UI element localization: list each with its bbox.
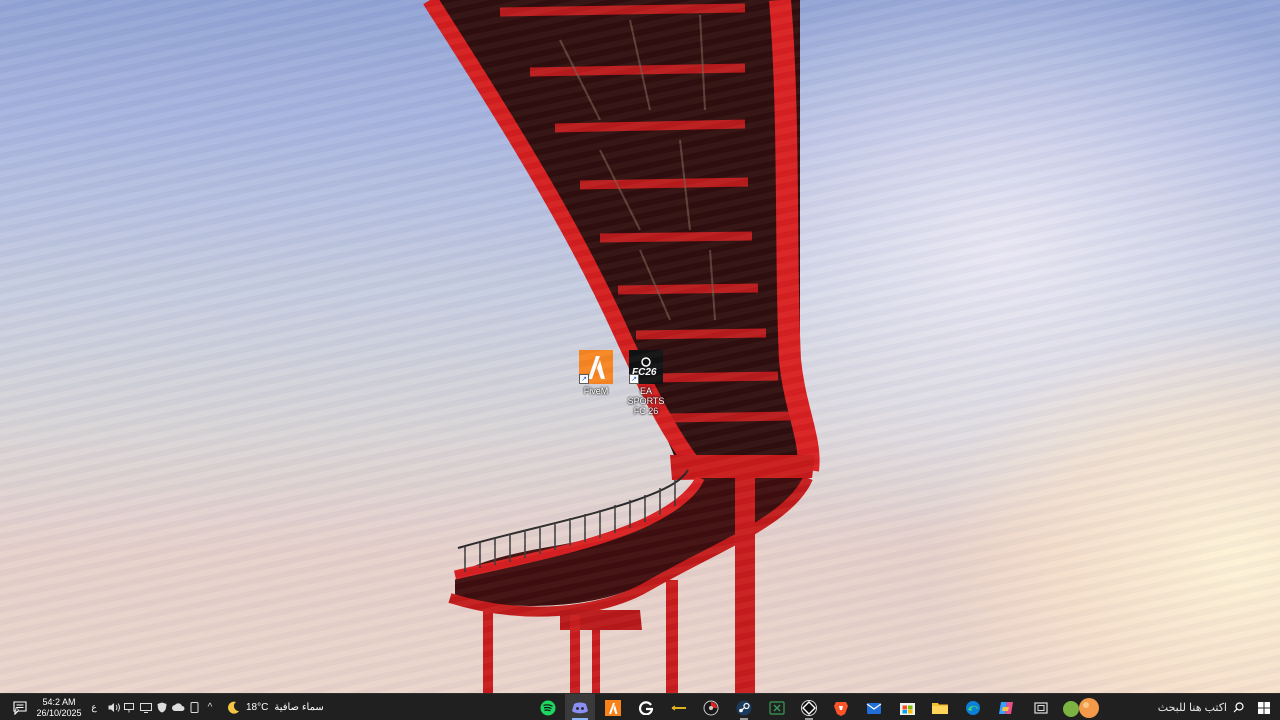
taskbar: اكتب هنا للبحث 18°C سماء صافية ^ ع 54:2 … (0, 693, 1280, 720)
clock-date: 26/10/2025 (36, 707, 82, 718)
taskbar-discord[interactable] (565, 694, 595, 720)
tray-onedrive[interactable] (170, 694, 186, 720)
desktop-icon-fivem[interactable]: ↗ FiveM (566, 350, 626, 396)
taskbar-clock[interactable]: 54:2 AM 26/10/2025 (34, 694, 84, 720)
shield-icon (157, 702, 167, 713)
tray-language[interactable]: ع (86, 694, 102, 720)
taskbar-dash-app[interactable] (664, 694, 694, 720)
fivem-icon: ↗ (579, 350, 613, 384)
wallpaper-red-bridge (423, 0, 820, 693)
taskbar-mail[interactable] (859, 694, 889, 720)
shortcut-arrow-icon: ↗ (629, 374, 639, 384)
fc26-logo-text: FC26 (632, 367, 657, 378)
weather-condition: سماء صافية (274, 702, 324, 713)
search-placeholder: اكتب هنا للبحث (1157, 702, 1227, 714)
tray-security[interactable] (154, 694, 170, 720)
taskbar-store[interactable] (892, 694, 922, 720)
game-circle-icon (703, 700, 719, 715)
taskbar-brave[interactable] (826, 694, 856, 720)
store-icon (899, 703, 915, 715)
clock-time: 54:2 AM (42, 696, 76, 707)
volume-icon (108, 703, 120, 712)
weather-widget[interactable]: 18°C سماء صافية (226, 694, 336, 720)
taskbar-task-view[interactable] (1026, 694, 1056, 720)
tray-device-icon[interactable] (186, 694, 202, 720)
taskbar-fivem[interactable] (598, 694, 628, 720)
search-box[interactable]: اكتب هنا للبحث (1108, 694, 1248, 720)
taskbar-copilot[interactable] (991, 694, 1021, 720)
edge-icon (966, 700, 980, 715)
task-view-icon (1034, 701, 1048, 714)
desktop-icon-label: FiveM (583, 386, 609, 396)
taskbar-edge[interactable] (958, 694, 988, 720)
start-button[interactable] (1252, 694, 1276, 720)
dash-icon (671, 705, 686, 710)
taskbar-spotify[interactable] (533, 694, 563, 720)
onedrive-icon (171, 703, 184, 711)
shortcut-arrow-icon: ↗ (579, 374, 589, 384)
chevron-up-icon: ^ (207, 702, 213, 713)
notification-center-button[interactable]: 6 (8, 694, 32, 720)
notification-count-badge: 6 (15, 707, 19, 714)
xbox-icon (769, 700, 785, 715)
phone-link-icon (190, 702, 198, 713)
taskbar-file-explorer[interactable] (925, 694, 955, 720)
show-hidden-icons-button[interactable]: ^ (202, 694, 218, 720)
g-icon (639, 700, 653, 715)
search-highlight-icon[interactable] (1058, 694, 1104, 720)
search-icon (1233, 702, 1244, 713)
tray-display[interactable] (138, 694, 154, 720)
fivem-icon (605, 699, 621, 716)
mail-icon (866, 702, 882, 714)
ea-sports-fc-26-icon: FC26 ↗ (629, 350, 663, 384)
windows-logo-icon (1258, 701, 1270, 714)
weather-temp: 18°C (246, 702, 269, 713)
language-indicator: ع (91, 702, 97, 712)
taskbar-hub[interactable] (794, 694, 824, 720)
hub-icon (801, 699, 817, 716)
moon-icon (228, 701, 239, 714)
taskbar-steam[interactable] (729, 694, 759, 720)
tray-volume[interactable] (106, 694, 122, 720)
desktop-icon-ea-sports-fc-26[interactable]: FC26 ↗ EA SPORTS FC 26 (616, 350, 676, 416)
folder-icon (932, 703, 948, 714)
desktop-icon-label: EA SPORTS FC 26 (627, 386, 665, 416)
taskbar-xbox[interactable] (762, 694, 792, 720)
desktop-wallpaper[interactable]: ↗ FiveM FC26 ↗ EA SPORTS FC 26 (0, 0, 1280, 693)
brave-icon (834, 701, 848, 716)
steam-icon (736, 700, 752, 715)
copilot-icon (999, 701, 1013, 714)
tray-network[interactable] (122, 694, 138, 720)
taskbar-game-app[interactable] (696, 694, 726, 720)
discord-icon (572, 702, 588, 713)
taskbar-g-hub[interactable] (631, 694, 661, 720)
network-icon (124, 702, 134, 712)
display-icon (140, 702, 152, 713)
spotify-icon (540, 700, 556, 715)
